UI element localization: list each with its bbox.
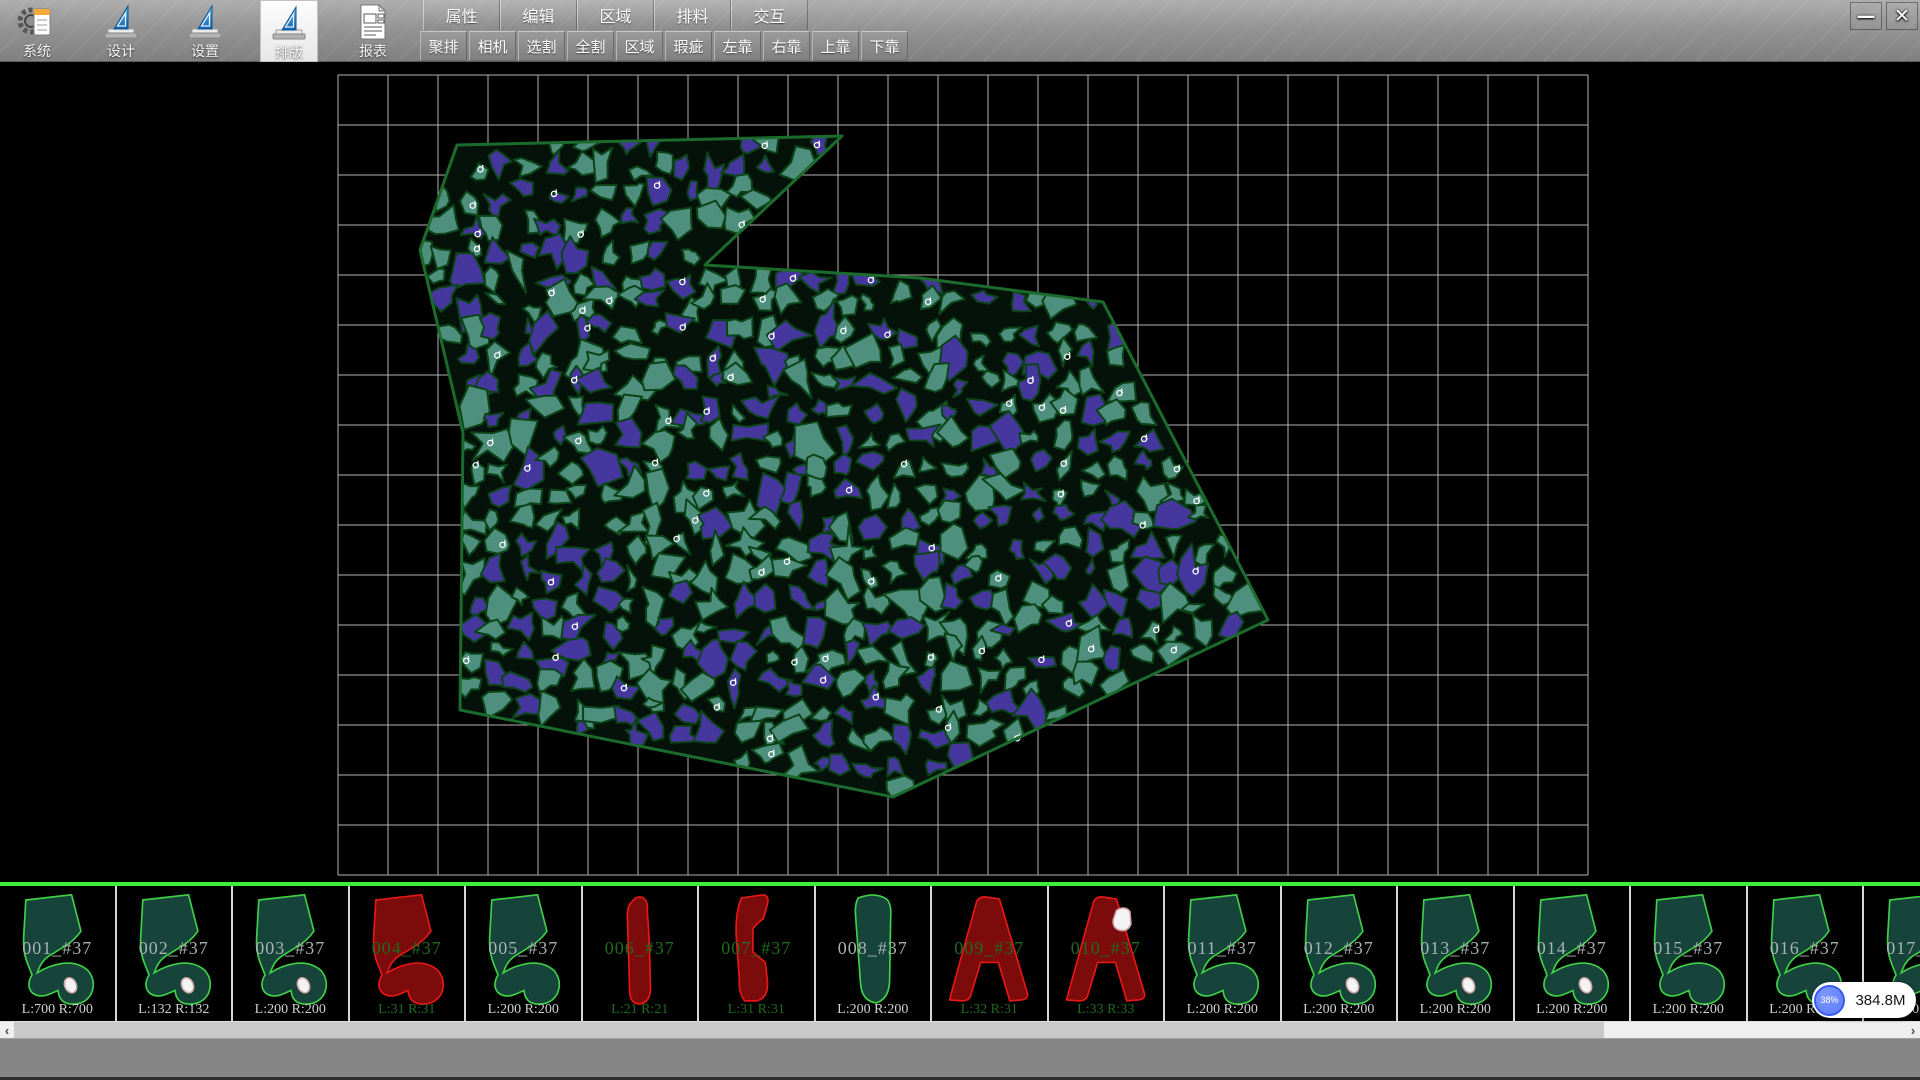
menu-tab-3[interactable]: 排料 <box>654 0 731 30</box>
piece-id: 012_#37 <box>1282 938 1397 959</box>
piece-lr-count: L:200 R:200 <box>1631 1002 1746 1018</box>
piece-id: 010_#37 <box>1049 938 1164 959</box>
piece-thumbnail-006_#37[interactable]: 006_#37 L:21 R:21 <box>583 886 700 1021</box>
memory-label: 384.8M <box>1845 992 1916 1009</box>
toolbar-button-label: 排版 <box>275 43 303 61</box>
piece-id: 009_#37 <box>932 938 1047 959</box>
piece-hole <box>1113 908 1131 931</box>
piece-thumbnail-015_#37[interactable]: 015_#37 L:200 R:200 <box>1631 886 1748 1021</box>
piece-lr-count: L:200 R:200 <box>1398 1002 1513 1018</box>
toolbar-button-3[interactable]: 排版 <box>260 0 318 62</box>
tool-button-7[interactable]: 右靠 <box>763 31 810 61</box>
status-badge: 38% 384.8M <box>1812 982 1916 1018</box>
close-button[interactable]: ✕ <box>1886 2 1918 30</box>
menu-area: 属性编辑区域排料交互 聚排相机选割全割区域瑕疵左靠右靠上靠下靠 <box>423 0 910 62</box>
tool-button-5[interactable]: 瑕疵 <box>665 31 712 61</box>
piece-strip: 001_#37L:700 R:700002_#37L:132 R:132003_… <box>0 882 1920 1022</box>
piece-id: 016_#37 <box>1748 938 1863 959</box>
toolbar-button-1[interactable]: 设计 <box>92 0 150 62</box>
piece-thumbnail-004_#37[interactable]: 004_#37 L:31 R:31 <box>350 886 467 1021</box>
set-square-icon <box>184 2 226 42</box>
scroll-thumb[interactable] <box>14 1022 1604 1038</box>
piece-id: 011_#37 <box>1165 938 1280 959</box>
piece-lr-count: L:31 R:31 <box>699 1002 814 1018</box>
piece-thumbnail-007_#37[interactable]: 007_#37 L:31 R:31 <box>699 886 816 1021</box>
set-square-icon <box>100 2 142 42</box>
piece-id: 008_#37 <box>816 938 931 959</box>
piece-thumbnail-008_#37[interactable]: 008_#37 L:200 R:200 <box>816 886 933 1021</box>
piece-id: 006_#37 <box>583 938 698 959</box>
menu-tab-1[interactable]: 编辑 <box>500 0 577 30</box>
toolbar-button-0[interactable]: 系统 <box>8 0 66 62</box>
tool-button-9[interactable]: 下靠 <box>861 31 908 61</box>
piece-id: 004_#37 <box>350 938 465 959</box>
toolbar-button-2[interactable]: 设置 <box>176 0 234 62</box>
menu-tab-2[interactable]: 区域 <box>577 0 654 30</box>
piece-lr-count: L:33 R:33 <box>1049 1002 1164 1018</box>
piece-thumbnail-001_#37[interactable]: 001_#37 L:700 R:700 <box>0 886 117 1021</box>
gear-icon <box>16 2 58 42</box>
piece-thumbnail-011_#37[interactable]: 011_#37 L:200 R:200 <box>1165 886 1282 1021</box>
piece-thumbnail-002_#37[interactable]: 002_#37 L:132 R:132 <box>117 886 234 1021</box>
piece-id: 013_#37 <box>1398 938 1513 959</box>
piece-lr-count: L:32 R:31 <box>932 1002 1047 1018</box>
piece-thumbnail-010_#37[interactable]: 010_#37 L:33 R:33 <box>1049 886 1166 1021</box>
hide-layout-view <box>0 62 1920 882</box>
tool-button-3[interactable]: 全割 <box>567 31 614 61</box>
piece-lr-count: L:200 R:200 <box>1515 1002 1630 1018</box>
piece-thumbnail-012_#37[interactable]: 012_#37 L:200 R:200 <box>1282 886 1399 1021</box>
piece-thumbnail-003_#37[interactable]: 003_#37 L:200 R:200 <box>233 886 350 1021</box>
piece-lr-count: L:132 R:132 <box>117 1002 232 1018</box>
toolbar-button-label: 设置 <box>191 42 219 60</box>
tool-buttons: 聚排相机选割全割区域瑕疵左靠右靠上靠下靠 <box>420 31 910 62</box>
toolbar-button-4[interactable]: 报表 <box>344 0 402 62</box>
titlebar: 系统设计设置排版报表 属性编辑区域排料交互 聚排相机选割全割区域瑕疵左靠右靠上靠… <box>0 0 1920 62</box>
menu-tabs: 属性编辑区域排料交互 <box>423 0 910 30</box>
piece-id: 005_#37 <box>466 938 581 959</box>
piece-lr-count: L:700 R:700 <box>0 1002 115 1018</box>
tool-button-2[interactable]: 选割 <box>518 31 565 61</box>
piece-id: 007_#37 <box>699 938 814 959</box>
progress-circle: 38% <box>1814 985 1845 1016</box>
report-icon <box>352 2 394 42</box>
scroll-right-arrow[interactable]: › <box>1906 1022 1920 1038</box>
piece-id: 015_#37 <box>1631 938 1746 959</box>
piece-lr-count: L:21 R:21 <box>583 1002 698 1018</box>
piece-lr-count: L:200 R:200 <box>1165 1002 1280 1018</box>
toolbar-button-label: 设计 <box>107 42 135 60</box>
tool-button-1[interactable]: 相机 <box>469 31 516 61</box>
piece-thumbnail-009_#37[interactable]: 009_#37 L:32 R:31 <box>932 886 1049 1021</box>
nesting-canvas[interactable] <box>0 62 1920 882</box>
piece-lr-count: L:200 R:200 <box>816 1002 931 1018</box>
menu-tab-0[interactable]: 属性 <box>423 0 500 30</box>
toolbar-button-label: 系统 <box>23 42 51 60</box>
piece-id: 001_#37 <box>0 938 115 959</box>
tool-button-0[interactable]: 聚排 <box>420 31 467 61</box>
piece-lr-count: L:200 R:200 <box>233 1002 348 1018</box>
piece-lr-count: L:31 R:31 <box>350 1002 465 1018</box>
piece-thumbnail-005_#37[interactable]: 005_#37 L:200 R:200 <box>466 886 583 1021</box>
piece-thumbnail-013_#37[interactable]: 013_#37 L:200 R:200 <box>1398 886 1515 1021</box>
piece-id: 014_#37 <box>1515 938 1630 959</box>
horizontal-scrollbar[interactable]: ‹ › <box>0 1022 1920 1038</box>
main-toolbar: 系统 设计 设置 排版 报表 <box>8 0 402 62</box>
piece-id: 002_#37 <box>117 938 232 959</box>
piece-lr-count: L:200 R:200 <box>1282 1002 1397 1018</box>
minimize-button[interactable]: — <box>1850 2 1882 30</box>
menu-tab-4[interactable]: 交互 <box>731 0 808 30</box>
bottom-bar <box>0 1038 1920 1080</box>
window-controls: — ✕ <box>1850 2 1918 30</box>
toolbar-button-label: 报表 <box>359 42 387 60</box>
set-square-icon <box>268 3 310 43</box>
piece-lr-count: L:200 R:200 <box>466 1002 581 1018</box>
tool-button-6[interactable]: 左靠 <box>714 31 761 61</box>
piece-id: 003_#37 <box>233 938 348 959</box>
tool-button-8[interactable]: 上靠 <box>812 31 859 61</box>
scroll-left-arrow[interactable]: ‹ <box>0 1022 14 1038</box>
piece-thumbnail-014_#37[interactable]: 014_#37 L:200 R:200 <box>1515 886 1632 1021</box>
piece-id: 017_#37 <box>1864 938 1920 959</box>
tool-button-4[interactable]: 区域 <box>616 31 663 61</box>
